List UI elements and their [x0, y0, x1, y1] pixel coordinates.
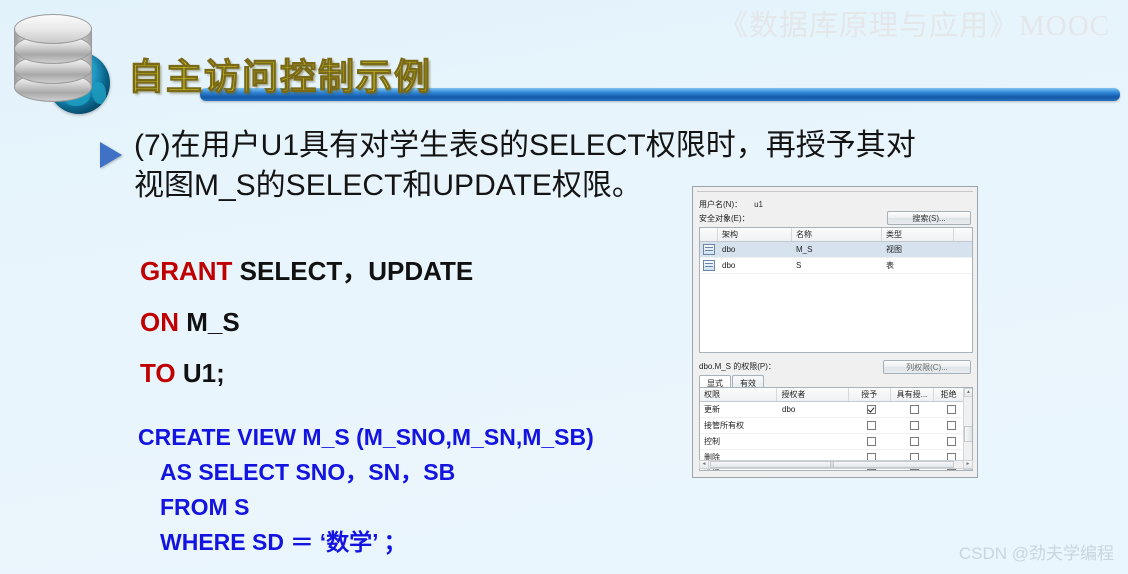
permission-deny-checkbox[interactable] — [936, 434, 966, 449]
permissions-header-grant: 授予 — [849, 388, 891, 401]
permissions-header-with-grant: 具有授... — [891, 388, 935, 401]
securables-cell-type: 表 — [886, 261, 894, 270]
sql-grant-line-2: ON M_S — [140, 297, 473, 348]
body-line-1: (7)在用户U1具有对学生表S的SELECT权限时，再授予其对 — [134, 129, 916, 162]
securables-header-name: 名称 — [792, 228, 882, 241]
username-label: 用户名(N)： — [699, 200, 743, 209]
sql-grant-line-3-rest: U1; — [175, 358, 225, 388]
database-globe-icon — [6, 10, 118, 118]
watermark-author: CSDN @劲夫学编程 — [958, 544, 1114, 563]
sql-grant-block: GRANT SELECT，UPDATE ON M_S TO U1; — [140, 246, 473, 399]
sql-grant-line-1-rest: SELECT，UPDATE — [232, 256, 474, 286]
permissions-vertical-scrollbar[interactable]: ▲ ▼ — [963, 388, 972, 470]
securables-grid-header: 架构 名称 类型 — [700, 228, 972, 242]
securables-grid[interactable]: 架构 名称 类型 dbo M_S 视图 dbo S 表 — [699, 227, 973, 353]
watermark-course-title: 《数据库原理与应用》MOOC — [719, 2, 1110, 44]
permission-deny-checkbox[interactable] — [936, 402, 966, 417]
table-row[interactable]: dbo M_S 视图 — [700, 242, 972, 258]
bullet-triangle-icon — [100, 142, 122, 168]
securables-header-schema: 架构 — [718, 228, 792, 241]
table-row[interactable]: dbo S 表 — [700, 258, 972, 274]
permissions-header-deny: 拒绝 — [934, 388, 965, 401]
permission-grantor — [778, 418, 850, 433]
watermark-course-title-en: MOOC — [1018, 10, 1110, 42]
permissions-header-permission: 权限 — [700, 388, 778, 401]
scroll-up-arrow-icon[interactable]: ▲ — [964, 388, 972, 397]
securables-header-icon-col — [700, 228, 718, 241]
globe-landmass — [92, 82, 106, 104]
securables-cell-name: M_S — [796, 245, 813, 254]
securable-label: 安全对象(E)： — [699, 214, 750, 223]
permission-name: 更新 — [704, 405, 720, 414]
permissions-dialog-screenshot: 用户名(N)： u1 安全对象(E)： 搜索(S)... 架构 名称 类型 db… — [692, 186, 978, 478]
securables-cell-schema: dbo — [722, 261, 736, 270]
permission-deny-checkbox[interactable] — [936, 418, 966, 433]
securables-cell-name: S — [796, 261, 802, 270]
hscrollbar-thumb[interactable]: ||| — [710, 461, 954, 468]
username-value: u1 — [754, 200, 764, 209]
sql-grant-line-1: GRANT SELECT，UPDATE — [140, 246, 473, 297]
table-row[interactable]: 控制 — [700, 434, 972, 450]
search-button[interactable]: 搜索(S)... — [887, 211, 971, 225]
scroll-left-arrow-icon[interactable]: ◄ — [700, 461, 709, 468]
table-object-icon — [700, 258, 718, 273]
permission-grantor — [778, 434, 850, 449]
page-title: 自主访问控制示例 — [127, 55, 433, 97]
sql-keyword-to: TO — [140, 358, 176, 388]
permissions-label: dbo.M_S 的权限(P)： — [699, 362, 776, 371]
sql-grant-line-3: TO U1; — [140, 348, 473, 399]
dialog-top-divider — [697, 191, 973, 192]
permission-withgrant-checkbox[interactable] — [892, 402, 936, 417]
permission-name: 控制 — [704, 437, 720, 446]
sql-view-line-3: FROM S — [160, 494, 250, 520]
permissions-grid[interactable]: 权限 授权者 授予 具有授... 拒绝 更新 dbo 接管所有权 控制 删除 ▲ — [699, 387, 973, 471]
column-permissions-button[interactable]: 列权限(C)... — [883, 360, 971, 374]
securables-header-type: 类型 — [882, 228, 954, 241]
permission-grant-checkbox[interactable] — [850, 434, 892, 449]
sql-keyword-grant: GRANT — [140, 256, 233, 286]
scroll-right-arrow-icon[interactable]: ► — [963, 461, 972, 468]
permissions-header-grantor: 授权者 — [777, 388, 849, 401]
permission-grant-checkbox[interactable] — [850, 418, 892, 433]
permission-withgrant-checkbox[interactable] — [892, 418, 936, 433]
permissions-horizontal-scrollbar[interactable]: ◄ ||| ► — [699, 460, 973, 469]
securable-label-row: 安全对象(E)： — [699, 213, 750, 224]
scrollbar-thumb[interactable] — [964, 426, 972, 442]
database-ring-top — [14, 14, 92, 44]
securables-cell-type: 视图 — [886, 245, 902, 254]
sql-view-line-4: WHERE SD ＝ ‘数学’ ； — [160, 529, 407, 555]
table-row[interactable]: 更新 dbo — [700, 402, 972, 418]
permission-name: 接管所有权 — [704, 421, 744, 430]
sql-create-view-block: CREATE VIEW M_S (M_SNO,M_SN,M_SB) AS SEL… — [138, 420, 594, 560]
username-field-row: 用户名(N)： u1 — [699, 199, 763, 210]
permission-grant-checkbox[interactable] — [850, 402, 892, 417]
database-cylinder-icon — [14, 14, 92, 102]
sql-keyword-on: ON — [140, 307, 179, 337]
sql-view-line-1: CREATE VIEW M_S (M_SNO,M_SN,M_SB) — [138, 424, 594, 450]
permission-withgrant-checkbox[interactable] — [892, 434, 936, 449]
table-row[interactable]: 接管所有权 — [700, 418, 972, 434]
sql-grant-line-2-rest: M_S — [179, 307, 240, 337]
view-object-icon — [700, 242, 718, 257]
sql-view-line-2: AS SELECT SNO，SN，SB — [160, 459, 456, 485]
watermark-course-title-cn: 《数据库原理与应用》 — [718, 10, 1019, 42]
permissions-grid-header: 权限 授权者 授予 具有授... 拒绝 — [700, 388, 972, 402]
permission-grantor: dbo — [782, 405, 796, 414]
securables-cell-schema: dbo — [722, 245, 736, 254]
